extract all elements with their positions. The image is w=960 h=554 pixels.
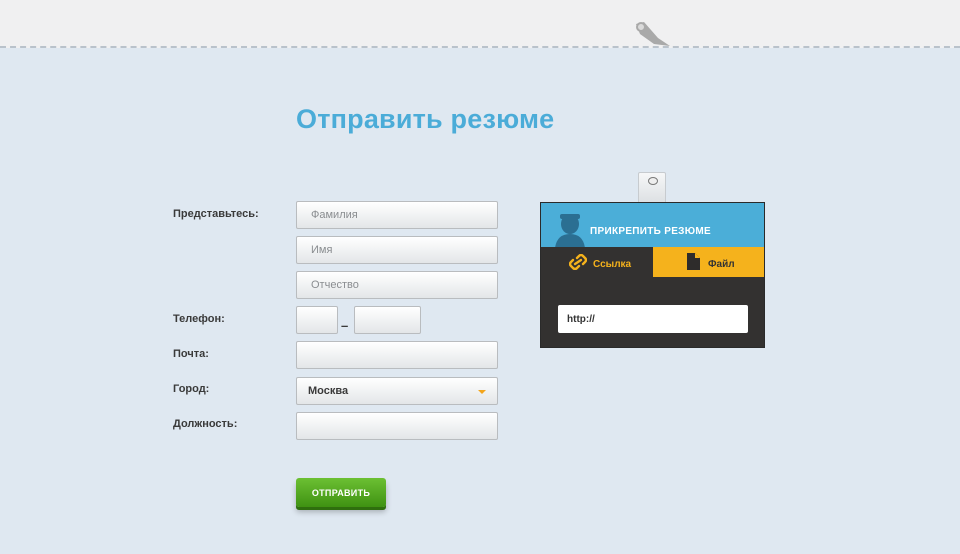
submit-button[interactable]: ОТПРАВИТЬ — [296, 478, 386, 507]
tab-file[interactable]: Файл — [653, 247, 764, 277]
patronymic-input[interactable] — [297, 272, 497, 298]
position-label: Должность: — [173, 418, 238, 430]
attach-title: ПРИКРЕПИТЬ РЕЗЮМЕ — [590, 226, 711, 237]
person-silhouette-icon — [555, 214, 585, 247]
attach-resume-panel: ПРИКРЕПИТЬ РЕЗЮМЕ Ссылка Файл — [540, 202, 765, 348]
scissors-icon — [636, 22, 670, 46]
link-icon — [569, 254, 587, 270]
city-select[interactable]: Москва — [296, 377, 498, 405]
patronymic-field — [296, 271, 498, 299]
email-label: Почта: — [173, 348, 209, 360]
city-label: Город: — [173, 383, 210, 395]
intro-label: Представьтесь: — [173, 208, 259, 220]
url-input[interactable] — [558, 305, 748, 333]
chevron-down-icon — [478, 390, 486, 394]
last-name-input[interactable] — [297, 202, 497, 228]
city-select-value: Москва — [308, 385, 349, 397]
position-input[interactable] — [297, 413, 497, 439]
top-strip — [0, 0, 960, 48]
first-name-field — [296, 236, 498, 264]
clip-hole — [648, 177, 658, 185]
phone-separator: – — [341, 318, 349, 333]
phone-code-field — [296, 306, 338, 334]
url-field — [558, 305, 748, 333]
tab-file-label: Файл — [708, 259, 735, 270]
phone-label: Телефон: — [173, 313, 225, 325]
email-field — [296, 341, 498, 369]
tab-link[interactable]: Ссылка — [541, 247, 653, 277]
phone-number-input[interactable] — [355, 307, 420, 333]
phone-code-input[interactable] — [297, 307, 337, 333]
phone-number-field — [354, 306, 421, 334]
page-title: Отправить резюме — [296, 104, 555, 134]
tab-link-label: Ссылка — [593, 259, 632, 270]
last-name-field — [296, 201, 498, 229]
first-name-input[interactable] — [297, 237, 497, 263]
email-input[interactable] — [297, 342, 497, 368]
file-icon — [687, 253, 700, 270]
position-field — [296, 412, 498, 440]
attach-header: ПРИКРЕПИТЬ РЕЗЮМЕ — [541, 203, 764, 247]
